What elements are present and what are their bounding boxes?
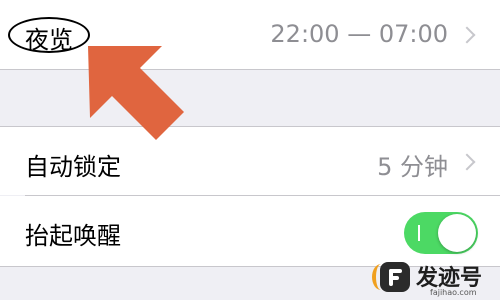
annotation-arrow-icon [88,46,184,140]
watermark-url: fajihao.com [430,288,477,297]
watermark: 发迹号 fajihao.com [372,258,500,300]
watermark-logo-icon [380,262,410,292]
